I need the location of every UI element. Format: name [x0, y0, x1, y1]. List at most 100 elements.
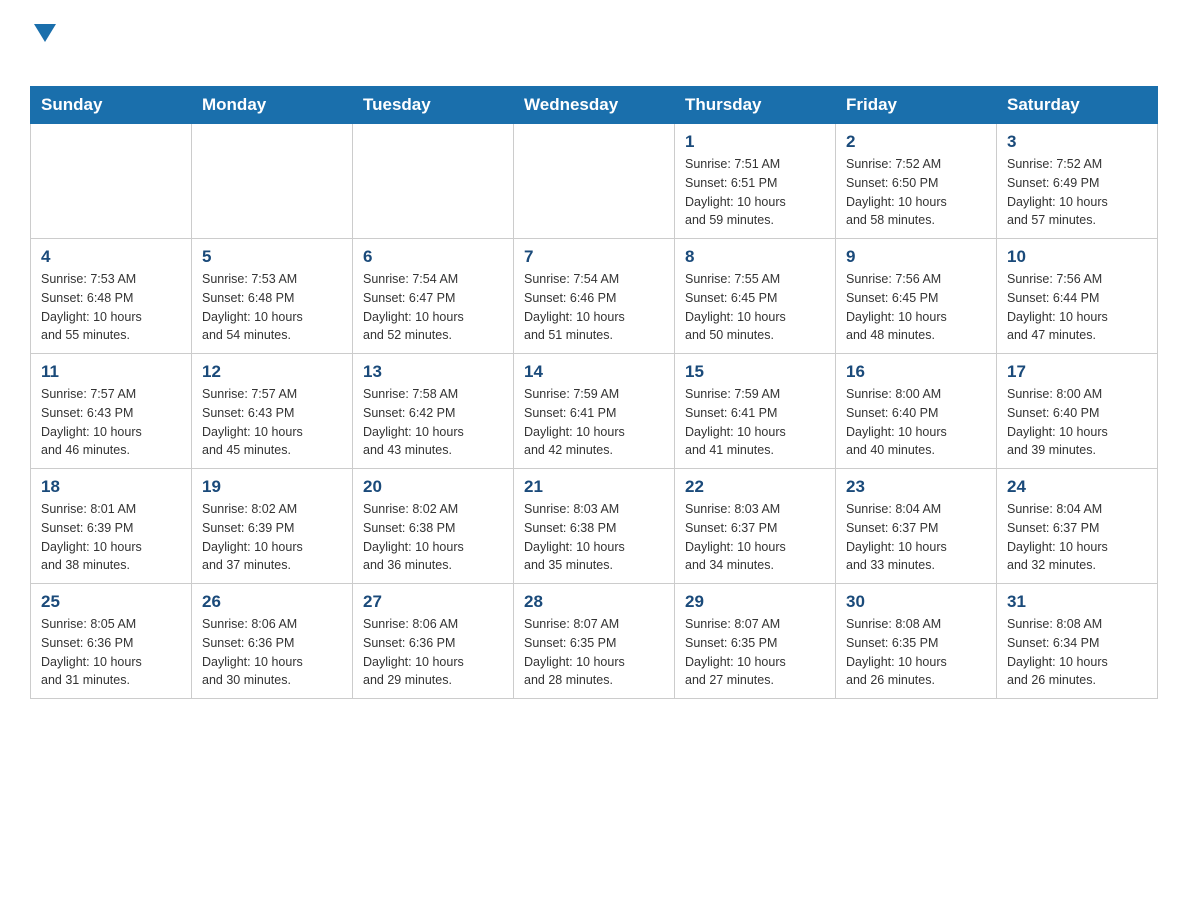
calendar-cell: 23Sunrise: 8:04 AM Sunset: 6:37 PM Dayli…	[836, 469, 997, 584]
calendar-cell: 19Sunrise: 8:02 AM Sunset: 6:39 PM Dayli…	[192, 469, 353, 584]
calendar-cell	[353, 124, 514, 239]
day-number: 31	[1007, 592, 1147, 612]
day-info: Sunrise: 8:00 AM Sunset: 6:40 PM Dayligh…	[1007, 385, 1147, 460]
calendar-cell: 8Sunrise: 7:55 AM Sunset: 6:45 PM Daylig…	[675, 239, 836, 354]
calendar-header: SundayMondayTuesdayWednesdayThursdayFrid…	[31, 87, 1158, 124]
calendar-cell: 31 Sunrise: 8:08 AM Sunset: 6:34 PM Dayli…	[997, 584, 1158, 699]
calendar-cell: 27 Sunrise: 8:06 AM Sunset: 6:36 PM Dayli…	[353, 584, 514, 699]
day-number: 25	[41, 592, 181, 612]
day-info: Sunrise: 7:59 AM Sunset: 6:41 PM Dayligh…	[685, 385, 825, 460]
day-info: Sunrise: 7:57 AM Sunset: 6:43 PM Dayligh…	[202, 385, 342, 460]
day-info: Sunrise: 8:00 AM Sunset: 6:40 PM Dayligh…	[846, 385, 986, 460]
calendar-cell	[192, 124, 353, 239]
weekday-header-wednesday: Wednesday	[514, 87, 675, 124]
day-number: 29	[685, 592, 825, 612]
weekday-header-monday: Monday	[192, 87, 353, 124]
day-number: 2	[846, 132, 986, 152]
calendar-cell: 16 Sunrise: 8:00 AM Sunset: 6:40 PM Dayli…	[836, 354, 997, 469]
day-number: 4	[41, 247, 181, 267]
calendar-cell: 1 Sunrise: 7:51 AM Sunset: 6:51 PM Daylig…	[675, 124, 836, 239]
day-number: 28	[524, 592, 664, 612]
weekday-header-tuesday: Tuesday	[353, 87, 514, 124]
weekday-header-thursday: Thursday	[675, 87, 836, 124]
calendar-cell: 6 Sunrise: 7:54 AM Sunset: 6:47 PM Daylig…	[353, 239, 514, 354]
calendar-cell: 29 Sunrise: 8:07 AM Sunset: 6:35 PM Dayli…	[675, 584, 836, 699]
calendar-cell	[514, 124, 675, 239]
day-info: Sunrise: 7:54 AM Sunset: 6:47 PM Dayligh…	[363, 270, 503, 345]
calendar-week-5: 25Sunrise: 8:05 AM Sunset: 6:36 PM Dayli…	[31, 584, 1158, 699]
day-number: 15	[685, 362, 825, 382]
day-info: Sunrise: 8:06 AM Sunset: 6:36 PM Dayligh…	[202, 615, 342, 690]
day-info: Sunrise: 7:51 AM Sunset: 6:51 PM Dayligh…	[685, 155, 825, 230]
calendar-week-4: 18 Sunrise: 8:01 AM Sunset: 6:39 PM Dayli…	[31, 469, 1158, 584]
day-number: 5	[202, 247, 342, 267]
day-number: 24	[1007, 477, 1147, 497]
calendar-cell: 24 Sunrise: 8:04 AM Sunset: 6:37 PM Dayli…	[997, 469, 1158, 584]
day-info: Sunrise: 7:53 AM Sunset: 6:48 PM Dayligh…	[202, 270, 342, 345]
calendar-cell: 30Sunrise: 8:08 AM Sunset: 6:35 PM Dayli…	[836, 584, 997, 699]
calendar-cell: 9 Sunrise: 7:56 AM Sunset: 6:45 PM Daylig…	[836, 239, 997, 354]
day-number: 26	[202, 592, 342, 612]
calendar-body: 1 Sunrise: 7:51 AM Sunset: 6:51 PM Daylig…	[31, 124, 1158, 699]
day-info: Sunrise: 7:57 AM Sunset: 6:43 PM Dayligh…	[41, 385, 181, 460]
calendar-cell: 17 Sunrise: 8:00 AM Sunset: 6:40 PM Dayli…	[997, 354, 1158, 469]
day-number: 22	[685, 477, 825, 497]
calendar-cell: 10Sunrise: 7:56 AM Sunset: 6:44 PM Dayli…	[997, 239, 1158, 354]
calendar-cell: 14 Sunrise: 7:59 AM Sunset: 6:41 PM Dayli…	[514, 354, 675, 469]
day-info: Sunrise: 7:52 AM Sunset: 6:49 PM Dayligh…	[1007, 155, 1147, 230]
calendar-cell	[31, 124, 192, 239]
day-info: Sunrise: 8:03 AM Sunset: 6:38 PM Dayligh…	[524, 500, 664, 575]
calendar-cell: 28 Sunrise: 8:07 AM Sunset: 6:35 PM Dayli…	[514, 584, 675, 699]
day-number: 6	[363, 247, 503, 267]
day-number: 19	[202, 477, 342, 497]
day-number: 1	[685, 132, 825, 152]
weekday-header-row: SundayMondayTuesdayWednesdayThursdayFrid…	[31, 87, 1158, 124]
day-info: Sunrise: 8:04 AM Sunset: 6:37 PM Dayligh…	[1007, 500, 1147, 575]
day-info: Sunrise: 8:08 AM Sunset: 6:34 PM Dayligh…	[1007, 615, 1147, 690]
day-info: Sunrise: 7:52 AM Sunset: 6:50 PM Dayligh…	[846, 155, 986, 230]
weekday-header-friday: Friday	[836, 87, 997, 124]
calendar-cell: 15 Sunrise: 7:59 AM Sunset: 6:41 PM Dayli…	[675, 354, 836, 469]
day-number: 9	[846, 247, 986, 267]
day-number: 12	[202, 362, 342, 382]
weekday-header-sunday: Sunday	[31, 87, 192, 124]
weekday-header-saturday: Saturday	[997, 87, 1158, 124]
calendar-week-3: 11 Sunrise: 7:57 AM Sunset: 6:43 PM Dayli…	[31, 354, 1158, 469]
day-info: Sunrise: 8:04 AM Sunset: 6:37 PM Dayligh…	[846, 500, 986, 575]
day-number: 16	[846, 362, 986, 382]
day-info: Sunrise: 7:55 AM Sunset: 6:45 PM Dayligh…	[685, 270, 825, 345]
day-number: 3	[1007, 132, 1147, 152]
calendar-cell: 11 Sunrise: 7:57 AM Sunset: 6:43 PM Dayli…	[31, 354, 192, 469]
day-info: Sunrise: 7:59 AM Sunset: 6:41 PM Dayligh…	[524, 385, 664, 460]
day-info: Sunrise: 8:03 AM Sunset: 6:37 PM Dayligh…	[685, 500, 825, 575]
calendar-cell: 7 Sunrise: 7:54 AM Sunset: 6:46 PM Daylig…	[514, 239, 675, 354]
calendar-cell: 2 Sunrise: 7:52 AM Sunset: 6:50 PM Daylig…	[836, 124, 997, 239]
day-number: 18	[41, 477, 181, 497]
day-info: Sunrise: 7:56 AM Sunset: 6:45 PM Dayligh…	[846, 270, 986, 345]
calendar-cell: 4Sunrise: 7:53 AM Sunset: 6:48 PM Daylig…	[31, 239, 192, 354]
day-info: Sunrise: 8:08 AM Sunset: 6:35 PM Dayligh…	[846, 615, 986, 690]
day-info: Sunrise: 8:07 AM Sunset: 6:35 PM Dayligh…	[524, 615, 664, 690]
day-number: 14	[524, 362, 664, 382]
calendar-cell: 20Sunrise: 8:02 AM Sunset: 6:38 PM Dayli…	[353, 469, 514, 584]
day-number: 11	[41, 362, 181, 382]
day-info: Sunrise: 7:56 AM Sunset: 6:44 PM Dayligh…	[1007, 270, 1147, 345]
day-info: Sunrise: 8:07 AM Sunset: 6:35 PM Dayligh…	[685, 615, 825, 690]
calendar-cell: 22 Sunrise: 8:03 AM Sunset: 6:37 PM Dayli…	[675, 469, 836, 584]
logo	[30, 20, 66, 76]
day-number: 27	[363, 592, 503, 612]
day-number: 7	[524, 247, 664, 267]
calendar-cell: 25Sunrise: 8:05 AM Sunset: 6:36 PM Dayli…	[31, 584, 192, 699]
calendar-cell: 18 Sunrise: 8:01 AM Sunset: 6:39 PM Dayli…	[31, 469, 192, 584]
day-info: Sunrise: 7:54 AM Sunset: 6:46 PM Dayligh…	[524, 270, 664, 345]
day-number: 13	[363, 362, 503, 382]
day-info: Sunrise: 7:58 AM Sunset: 6:42 PM Dayligh…	[363, 385, 503, 460]
calendar-cell: 5 Sunrise: 7:53 AM Sunset: 6:48 PM Daylig…	[192, 239, 353, 354]
day-info: Sunrise: 8:01 AM Sunset: 6:39 PM Dayligh…	[41, 500, 181, 575]
day-number: 17	[1007, 362, 1147, 382]
calendar-week-2: 4 Sunrise: 7:53 AM Sunset: 6:48 PM Daylig…	[31, 239, 1158, 354]
calendar-cell: 3 Sunrise: 7:52 AM Sunset: 6:49 PM Daylig…	[997, 124, 1158, 239]
day-info: Sunrise: 8:06 AM Sunset: 6:36 PM Dayligh…	[363, 615, 503, 690]
calendar-table: SundayMondayTuesdayWednesdayThursdayFrid…	[30, 86, 1158, 699]
day-info: Sunrise: 8:02 AM Sunset: 6:38 PM Dayligh…	[363, 500, 503, 575]
